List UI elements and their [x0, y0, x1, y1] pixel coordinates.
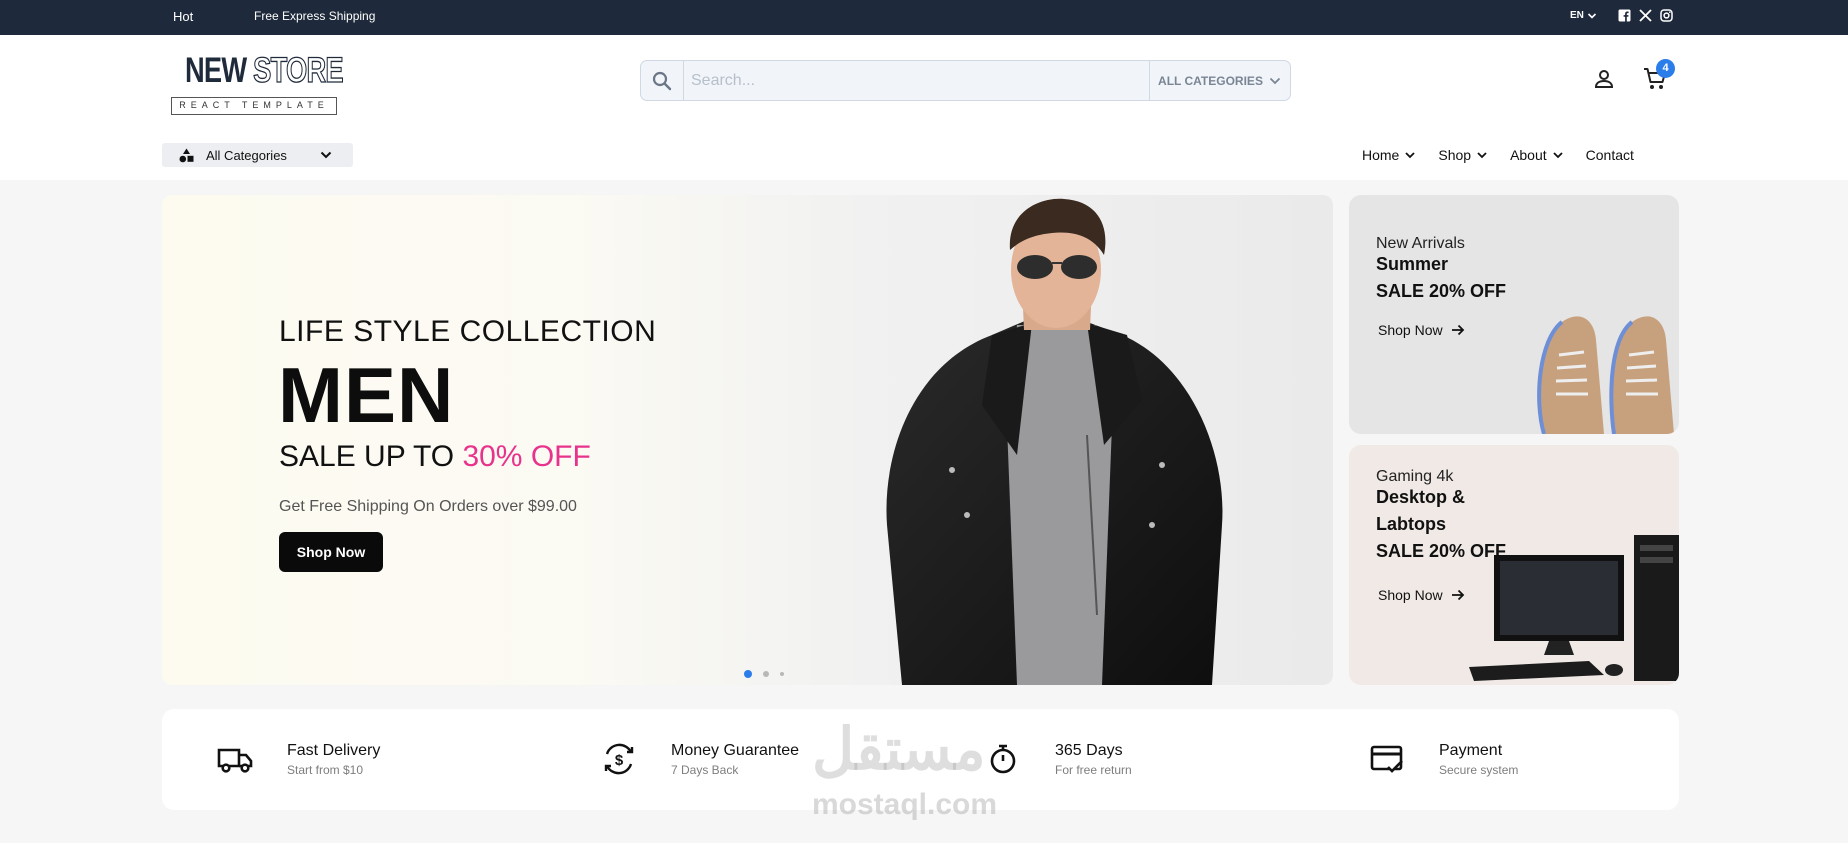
features-strip: Fast Delivery Start from $10 $ Money Gua…	[162, 709, 1679, 810]
hero-subtitle: LIFE STYLE COLLECTION	[279, 315, 657, 348]
banner-2-line-3: SALE 20% OFF	[1376, 541, 1507, 561]
feature-subtitle: For free return	[1055, 763, 1132, 777]
search-bar: ALL CATEGORIES	[640, 60, 1291, 101]
feature-subtitle: 7 Days Back	[671, 763, 739, 777]
nav-item-about[interactable]: About	[1510, 147, 1564, 163]
hero-shipping-note: Get Free Shipping On Orders over $99.00	[279, 498, 577, 515]
logo-tagline: REACT TEMPLATE	[171, 97, 337, 115]
banner-1-line-1: Summer	[1376, 254, 1449, 274]
banner-1-line-2: SALE 20% OFF	[1376, 281, 1507, 301]
banner-summer-sale[interactable]: New Arrivals Summer SALE 20% OFF Shop No…	[1349, 195, 1679, 434]
feature-subtitle: Start from $10	[287, 763, 364, 777]
hero-sale-prefix: SALE UP TO	[279, 440, 463, 473]
banner-2-line-1: Desktop &	[1376, 487, 1466, 507]
banner-2-line-2: Labtops	[1376, 514, 1446, 534]
logo-word-new: NEW	[185, 51, 247, 90]
all-categories-label: All Categories	[206, 147, 287, 163]
hot-label[interactable]: Hot	[173, 9, 193, 24]
hero-model-image	[886, 198, 1223, 685]
slider-dots	[744, 670, 784, 678]
arrow-right-icon	[1451, 589, 1464, 601]
chevron-down-icon	[1587, 12, 1596, 19]
language-label: EN	[1570, 10, 1584, 21]
hero-title: MEN	[278, 351, 455, 439]
arrow-right-icon	[1451, 324, 1464, 336]
shop-now-label: Shop Now	[1378, 322, 1443, 338]
credit-card-icon	[1370, 745, 1403, 773]
shapes-icon	[179, 148, 194, 162]
chevron-down-icon	[1553, 152, 1563, 159]
feature-365-days: 365 Days For free return	[985, 709, 1345, 810]
sneakers-image	[1537, 316, 1674, 434]
feature-title: Payment	[1439, 742, 1503, 759]
nav-label: About	[1510, 147, 1547, 163]
main-navigation: Home Shop About Contact	[1362, 147, 1634, 163]
cart-count-badge: 4	[1656, 59, 1675, 78]
slider-dot-1[interactable]	[744, 670, 752, 678]
user-icon[interactable]	[1592, 67, 1616, 91]
search-input[interactable]	[684, 61, 1149, 100]
banner-gaming-desktops[interactable]: Gaming 4k Desktop & Labtops SALE 20% OFF…	[1349, 445, 1679, 685]
money-back-icon: $	[604, 743, 634, 775]
social-links	[1618, 9, 1673, 22]
hero-sale-line: SALE UP TO 30% OFF	[279, 440, 591, 474]
facebook-icon[interactable]	[1618, 9, 1631, 22]
slider-dot-2[interactable]	[763, 671, 769, 677]
hero-slider: LIFE STYLE COLLECTION MEN SALE UP TO 30%…	[162, 195, 1333, 685]
feature-title: 365 Days	[1055, 742, 1123, 759]
chevron-down-icon	[1477, 152, 1487, 159]
nav-item-shop[interactable]: Shop	[1438, 147, 1488, 163]
svg-text:$: $	[615, 752, 624, 769]
nav-label: Contact	[1585, 147, 1634, 163]
feature-title: Fast Delivery	[287, 742, 381, 759]
nav-item-contact[interactable]: Contact	[1586, 147, 1634, 163]
site-header: NEW STORE REACT TEMPLATE ALL CATEGORIES …	[0, 35, 1848, 180]
feature-money-guarantee: $ Money Guarantee 7 Days Back	[601, 709, 961, 810]
search-icon[interactable]	[641, 61, 684, 100]
logo-word-store: STORE	[253, 50, 344, 90]
search-category-label: ALL CATEGORIES	[1158, 73, 1263, 88]
nav-item-home[interactable]: Home	[1362, 147, 1416, 163]
banner-1-shop-now-link[interactable]: Shop Now	[1378, 322, 1465, 338]
shop-now-label: Shop Now	[1378, 587, 1443, 603]
chevron-down-icon	[1269, 77, 1281, 84]
chevron-down-icon	[1405, 152, 1415, 159]
feature-payment: Payment Secure system	[1369, 709, 1669, 810]
slider-dot-3[interactable]	[780, 672, 784, 676]
logo-wordmark: NEW STORE	[185, 50, 344, 91]
feature-title: Money Guarantee	[671, 742, 800, 759]
search-category-select[interactable]: ALL CATEGORIES	[1149, 61, 1290, 100]
nav-label: Home	[1362, 147, 1400, 163]
feature-subtitle: Secure system	[1439, 763, 1519, 777]
top-bar: Hot Free Express Shipping EN	[0, 0, 1848, 35]
free-shipping-label: Free Express Shipping	[254, 9, 376, 23]
stopwatch-icon	[990, 744, 1016, 774]
x-icon[interactable]	[1639, 9, 1652, 22]
banner-2-shop-now-link[interactable]: Shop Now	[1378, 587, 1465, 603]
feature-fast-delivery: Fast Delivery Start from $10	[217, 709, 577, 810]
nav-label: Shop	[1438, 147, 1472, 163]
all-categories-dropdown[interactable]: All Categories	[162, 143, 353, 167]
truck-icon	[217, 748, 253, 773]
hero-shop-now-button[interactable]: Shop Now	[279, 532, 383, 572]
instagram-icon[interactable]	[1660, 9, 1673, 22]
chevron-down-icon	[320, 151, 332, 159]
hero-sale-percent: 30% OFF	[462, 440, 591, 473]
store-logo[interactable]: NEW STORE REACT TEMPLATE	[171, 50, 344, 117]
language-selector[interactable]: EN	[1570, 10, 1597, 21]
